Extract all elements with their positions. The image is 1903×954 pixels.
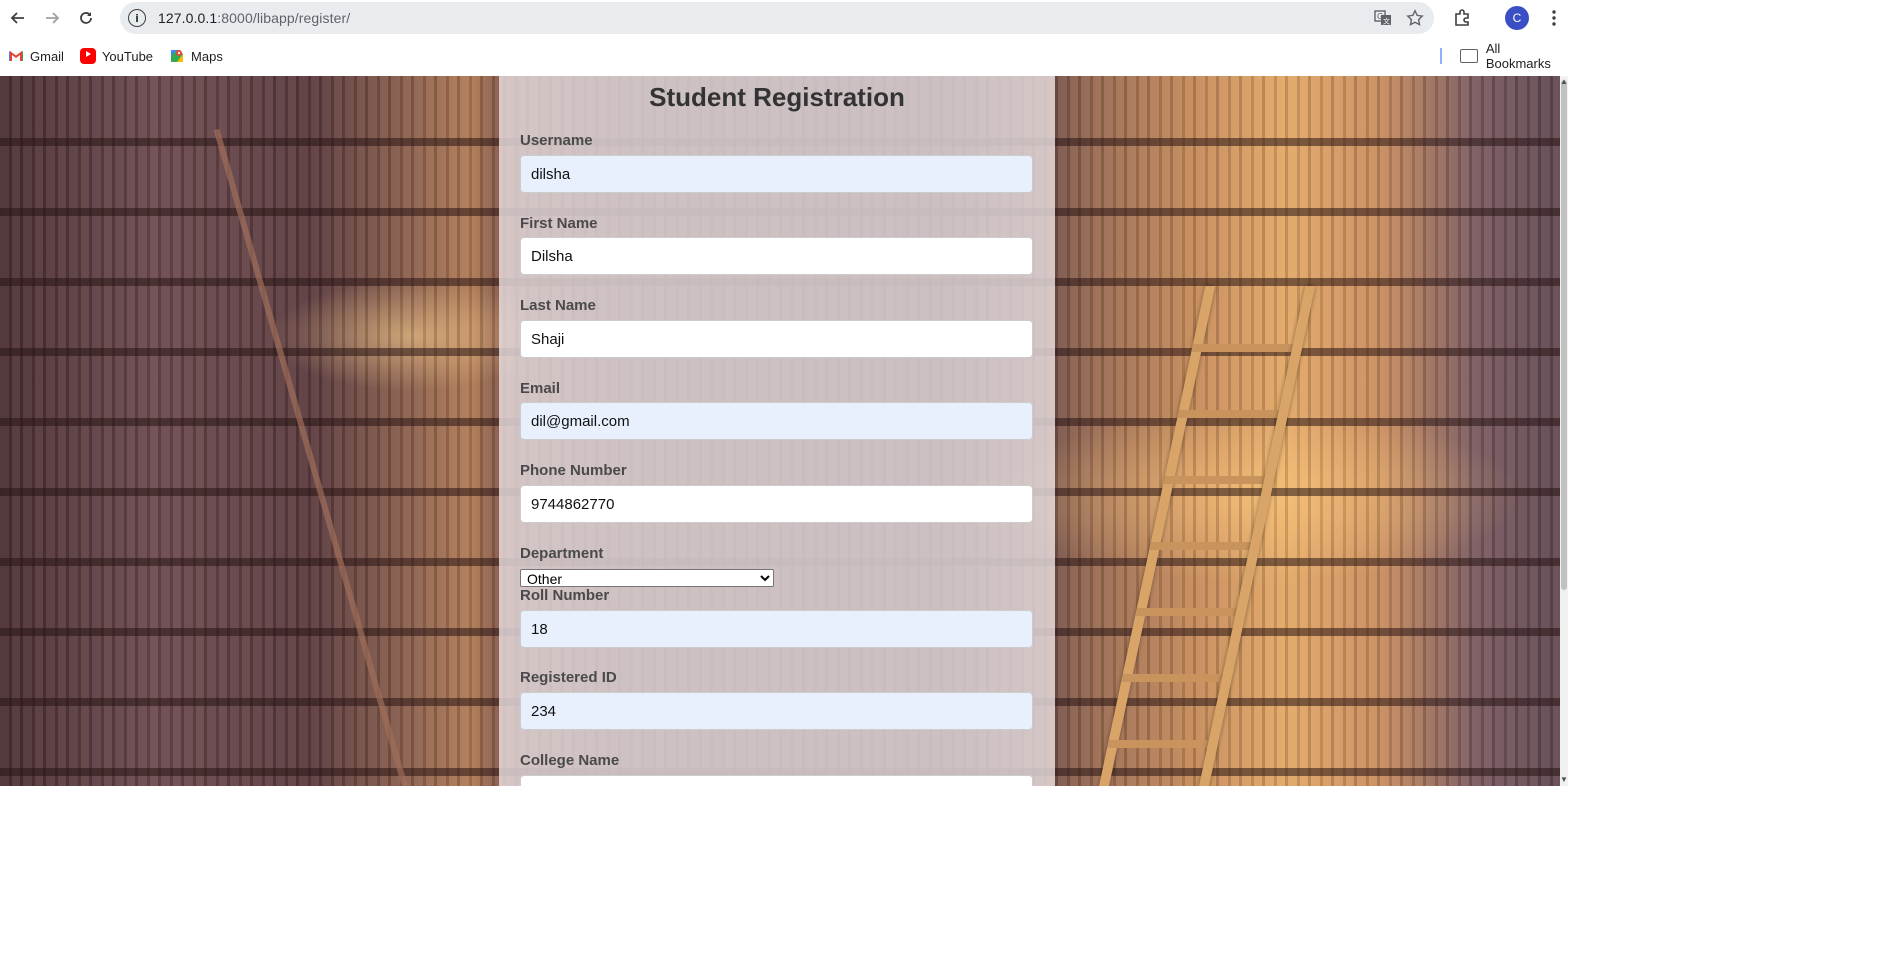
registered-id-label: Registered ID bbox=[520, 669, 617, 686]
address-bar[interactable]: i 127.0.0.1:8000/libapp/register/ G文 bbox=[120, 2, 1434, 34]
maps-icon bbox=[171, 50, 184, 62]
site-info-icon[interactable]: i bbox=[128, 9, 146, 27]
page-title: Student Registration bbox=[649, 82, 905, 112]
url-host: 127.0.0.1 bbox=[158, 10, 218, 26]
roll-number-field[interactable] bbox=[520, 610, 1033, 648]
bookmark-label: YouTube bbox=[101, 48, 154, 64]
department-label: Department bbox=[520, 545, 604, 562]
username-label: Username bbox=[520, 132, 593, 149]
last-name-field[interactable] bbox=[520, 320, 1033, 358]
all-bookmarks-button[interactable]: All Bookmarks bbox=[1460, 36, 1568, 76]
reload-button[interactable] bbox=[70, 2, 102, 34]
scroll-down-arrow-icon[interactable]: ▼ bbox=[1560, 774, 1568, 786]
scrollbar-thumb[interactable] bbox=[1561, 80, 1567, 590]
back-button[interactable] bbox=[2, 2, 34, 34]
reload-icon bbox=[80, 12, 92, 24]
email-field[interactable] bbox=[520, 402, 1033, 440]
bookmark-label: Gmail bbox=[30, 48, 64, 64]
phone-field[interactable] bbox=[520, 485, 1033, 523]
bookmark-star-icon[interactable] bbox=[1406, 9, 1424, 27]
translate-icon[interactable]: G文 bbox=[1374, 9, 1392, 27]
folder-icon bbox=[1460, 49, 1478, 63]
bookmarks-divider bbox=[1440, 48, 1442, 64]
username-field[interactable] bbox=[520, 155, 1033, 193]
registration-form: Student Registration Username First Name… bbox=[499, 76, 1055, 786]
extensions-icon[interactable] bbox=[1450, 6, 1474, 30]
email-label: Email bbox=[520, 380, 561, 397]
url-text[interactable]: 127.0.0.1:8000/libapp/register/ bbox=[158, 10, 350, 26]
profile-avatar[interactable]: C bbox=[1505, 6, 1529, 30]
bookmark-label: Maps bbox=[191, 48, 223, 64]
bookmark-gmail[interactable]: Gmail bbox=[8, 48, 64, 64]
forward-arrow-icon bbox=[46, 12, 60, 24]
gmail-icon bbox=[9, 51, 23, 61]
browser-toolbar: i 127.0.0.1:8000/libapp/register/ G文 C bbox=[0, 0, 1568, 36]
all-bookmarks-label: All Bookmarks bbox=[1485, 41, 1551, 71]
last-name-label: Last Name bbox=[520, 297, 596, 314]
college-name-label: College Name bbox=[520, 752, 620, 769]
first-name-label: First Name bbox=[520, 215, 598, 232]
bookmarks-bar: Gmail YouTube Maps bbox=[0, 36, 1568, 76]
svg-text:文: 文 bbox=[1383, 17, 1390, 26]
forward-button[interactable] bbox=[36, 2, 68, 34]
bookmark-youtube[interactable]: YouTube bbox=[79, 48, 154, 64]
back-arrow-icon bbox=[10, 12, 24, 24]
first-name-field[interactable] bbox=[520, 237, 1033, 275]
menu-kebab-icon[interactable] bbox=[1546, 6, 1562, 30]
bookmark-maps[interactable]: Maps bbox=[169, 48, 223, 64]
url-path: :8000/libapp/register/ bbox=[217, 10, 351, 26]
department-select[interactable]: Other bbox=[520, 569, 774, 587]
college-name-field[interactable] bbox=[520, 775, 1033, 786]
registered-id-field[interactable] bbox=[520, 692, 1033, 730]
page-viewport: Student Registration Username First Name… bbox=[0, 76, 1568, 786]
roll-number-label: Roll Number bbox=[520, 587, 610, 604]
scroll-up-arrow-icon[interactable]: ▲ bbox=[1560, 76, 1568, 88]
phone-label: Phone Number bbox=[520, 462, 627, 479]
youtube-icon bbox=[79, 48, 96, 64]
